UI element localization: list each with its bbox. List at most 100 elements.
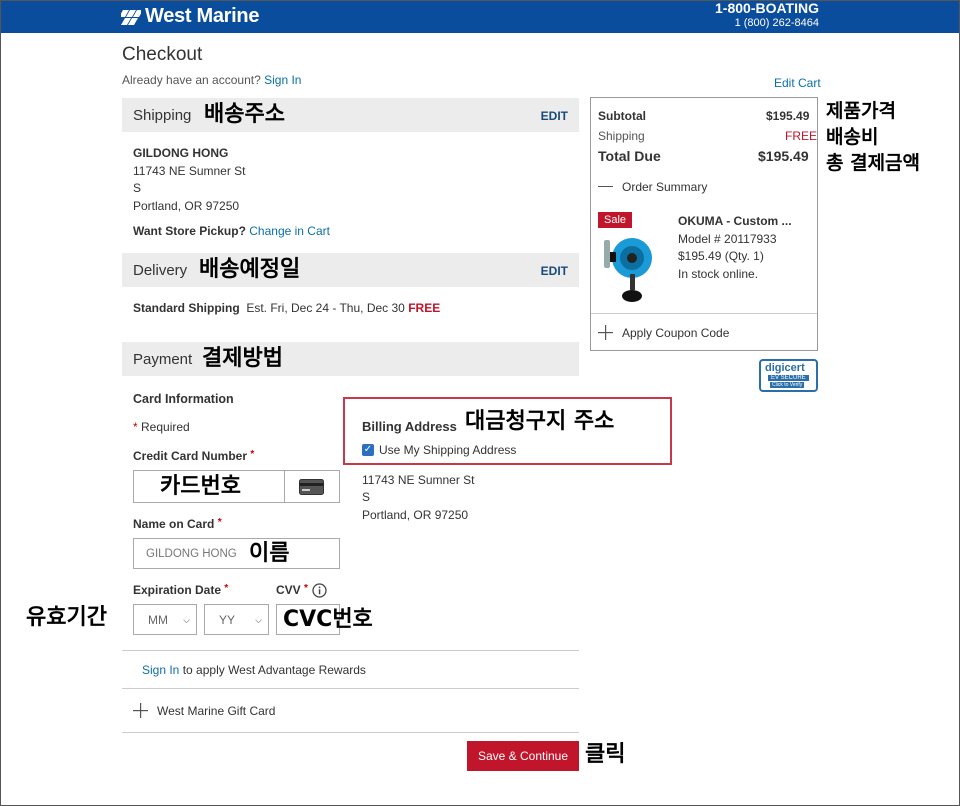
- save-continue-button[interactable]: Save & Continue: [467, 741, 579, 771]
- shipping-city: Portland, OR 97250: [133, 199, 240, 213]
- expiration-month-select[interactable]: MM ⌵: [133, 604, 197, 635]
- gift-card-label: West Marine Gift Card: [157, 704, 276, 718]
- plus-icon: [598, 325, 613, 340]
- sign-in-link[interactable]: Sign In: [264, 73, 301, 87]
- cvv-label: CVV *: [276, 583, 308, 597]
- shipping-annotation: 배송주소: [204, 102, 285, 127]
- delivery-info: Standard Shipping Est. Fri, Dec 24 - Thu…: [133, 301, 440, 315]
- shipping-fee-annotation: 배송비: [826, 126, 879, 148]
- card-info-heading: Card Information: [133, 392, 234, 406]
- billing-title: Billing Address: [362, 419, 457, 434]
- name-on-card-label: Name on Card *: [133, 517, 222, 531]
- product-name[interactable]: OKUMA - Custom ...: [678, 214, 792, 228]
- account-prompt: Already have an account? Sign In: [122, 73, 301, 87]
- month-value: MM: [148, 613, 168, 627]
- billing-street: 11743 NE Sumner St: [362, 473, 475, 487]
- billing-annotation: 대금청구지 주소: [465, 409, 615, 434]
- edit-cart-link[interactable]: Edit Cart: [774, 76, 821, 90]
- total-payment-annotation: 총 결제금액: [826, 152, 921, 174]
- card-number-label: Credit Card Number *: [133, 449, 254, 463]
- expiration-label-text: Expiration Date: [133, 583, 222, 597]
- delivery-section-header: Delivery EDIT: [122, 253, 579, 287]
- delivery-title: Delivery: [133, 262, 188, 279]
- cvv-info-icon[interactable]: [312, 583, 327, 598]
- sale-badge: Sale: [598, 212, 633, 228]
- plus-icon: [133, 703, 148, 718]
- divider: [122, 650, 579, 651]
- name-on-card-input[interactable]: GILDONG HONG: [133, 538, 340, 569]
- product-price-annotation: 제품가격: [826, 100, 896, 122]
- divider: [591, 313, 817, 314]
- product-model: Model # 20117933: [678, 232, 777, 246]
- name-annotation: 이름: [249, 541, 290, 566]
- collapse-icon[interactable]: [598, 186, 613, 187]
- apply-coupon-row[interactable]: Apply Coupon Code: [598, 325, 798, 343]
- delivery-estimate: Est. Fri, Dec 24 - Thu, Dec 30: [246, 301, 405, 315]
- cvv-annotation: CVC번호: [283, 607, 373, 632]
- total-due-value: $195.49: [758, 148, 809, 164]
- account-prompt-text: Already have an account?: [122, 73, 261, 87]
- required-text: Required: [141, 420, 190, 434]
- expiration-year-select[interactable]: YY ⌵: [204, 604, 269, 635]
- subtotal-value: $195.49: [766, 109, 810, 123]
- order-summary-toggle[interactable]: Order Summary: [622, 180, 707, 194]
- fishing-reel-image[interactable]: [602, 230, 656, 306]
- shipping-cost-value: FREE: [785, 129, 818, 143]
- page-title: Checkout: [122, 44, 203, 65]
- phone-number[interactable]: 1 (800) 262-8464: [715, 16, 819, 30]
- shipping-name: GILDONG HONG: [133, 146, 229, 160]
- digicert-brand: digicert: [765, 362, 805, 374]
- use-shipping-address-checkbox[interactable]: ✓: [362, 444, 374, 456]
- logo-stripes-icon: [121, 9, 141, 25]
- chevron-down-icon: ⌵: [183, 615, 190, 625]
- required-note: * Required: [133, 420, 190, 434]
- name-on-card-label-text: Name on Card: [133, 517, 215, 531]
- payment-title: Payment: [133, 351, 193, 368]
- gift-card-row[interactable]: West Marine Gift Card: [133, 703, 433, 721]
- chevron-down-icon: ⌵: [255, 615, 262, 625]
- rewards-sign-in-link[interactable]: Sign In: [142, 663, 179, 677]
- phone-info: 1-800-BOATING 1 (800) 262-8464: [715, 0, 819, 30]
- card-input-divider: [284, 471, 285, 502]
- credit-card-icon: [299, 479, 324, 495]
- shipping-cost-label: Shipping: [598, 129, 645, 143]
- billing-city: Portland, OR 97250: [362, 508, 469, 522]
- save-annotation: 클릭: [585, 742, 626, 767]
- shipping-edit-button[interactable]: EDIT: [541, 109, 568, 123]
- total-due-label: Total Due: [598, 148, 661, 164]
- card-number-required: *: [250, 449, 255, 460]
- digicert-seal[interactable]: digicert EV SECURE Click to Verify: [759, 359, 818, 392]
- shipping-section-header: Shipping EDIT: [122, 98, 579, 132]
- payment-section-header: Payment: [122, 342, 579, 376]
- name-required: *: [217, 517, 222, 528]
- subtotal-label: Subtotal: [598, 109, 646, 123]
- use-shipping-address-label: Use My Shipping Address: [379, 443, 517, 457]
- product-stock: In stock online.: [678, 267, 759, 281]
- divider: [122, 688, 579, 689]
- delivery-edit-button[interactable]: EDIT: [541, 264, 568, 278]
- year-value: YY: [219, 613, 236, 627]
- store-pickup: Want Store Pickup? Change in Cart: [133, 224, 330, 238]
- digicert-ev: EV SECURE: [768, 375, 809, 381]
- billing-line2: S: [362, 490, 371, 504]
- apply-coupon-label: Apply Coupon Code: [622, 326, 730, 340]
- name-on-card-value: GILDONG HONG: [146, 548, 237, 560]
- shipping-title: Shipping: [133, 107, 192, 124]
- rewards-row: Sign In to apply West Advantage Rewards: [142, 663, 366, 677]
- rewards-text: to apply West Advantage Rewards: [182, 663, 366, 677]
- cvv-label-text: CVV: [276, 583, 301, 597]
- delivery-annotation: 배송예정일: [199, 257, 301, 282]
- shipping-line2: S: [133, 181, 142, 195]
- expiration-label: Expiration Date *: [133, 583, 228, 597]
- digicert-verify: Click to Verify: [770, 382, 805, 388]
- west-marine-logo[interactable]: West Marine: [121, 5, 259, 28]
- phone-label: 1-800-BOATING: [715, 0, 819, 16]
- change-in-cart-link[interactable]: Change in Cart: [249, 224, 330, 238]
- delivery-cost: FREE: [408, 301, 441, 315]
- expiration-annotation: 유효기간: [26, 605, 107, 630]
- store-pickup-label: Want Store Pickup?: [133, 224, 246, 238]
- cvv-required: *: [304, 583, 308, 594]
- delivery-method: Standard Shipping: [133, 301, 240, 315]
- divider: [122, 732, 579, 733]
- card-number-annotation: 카드번호: [160, 474, 241, 499]
